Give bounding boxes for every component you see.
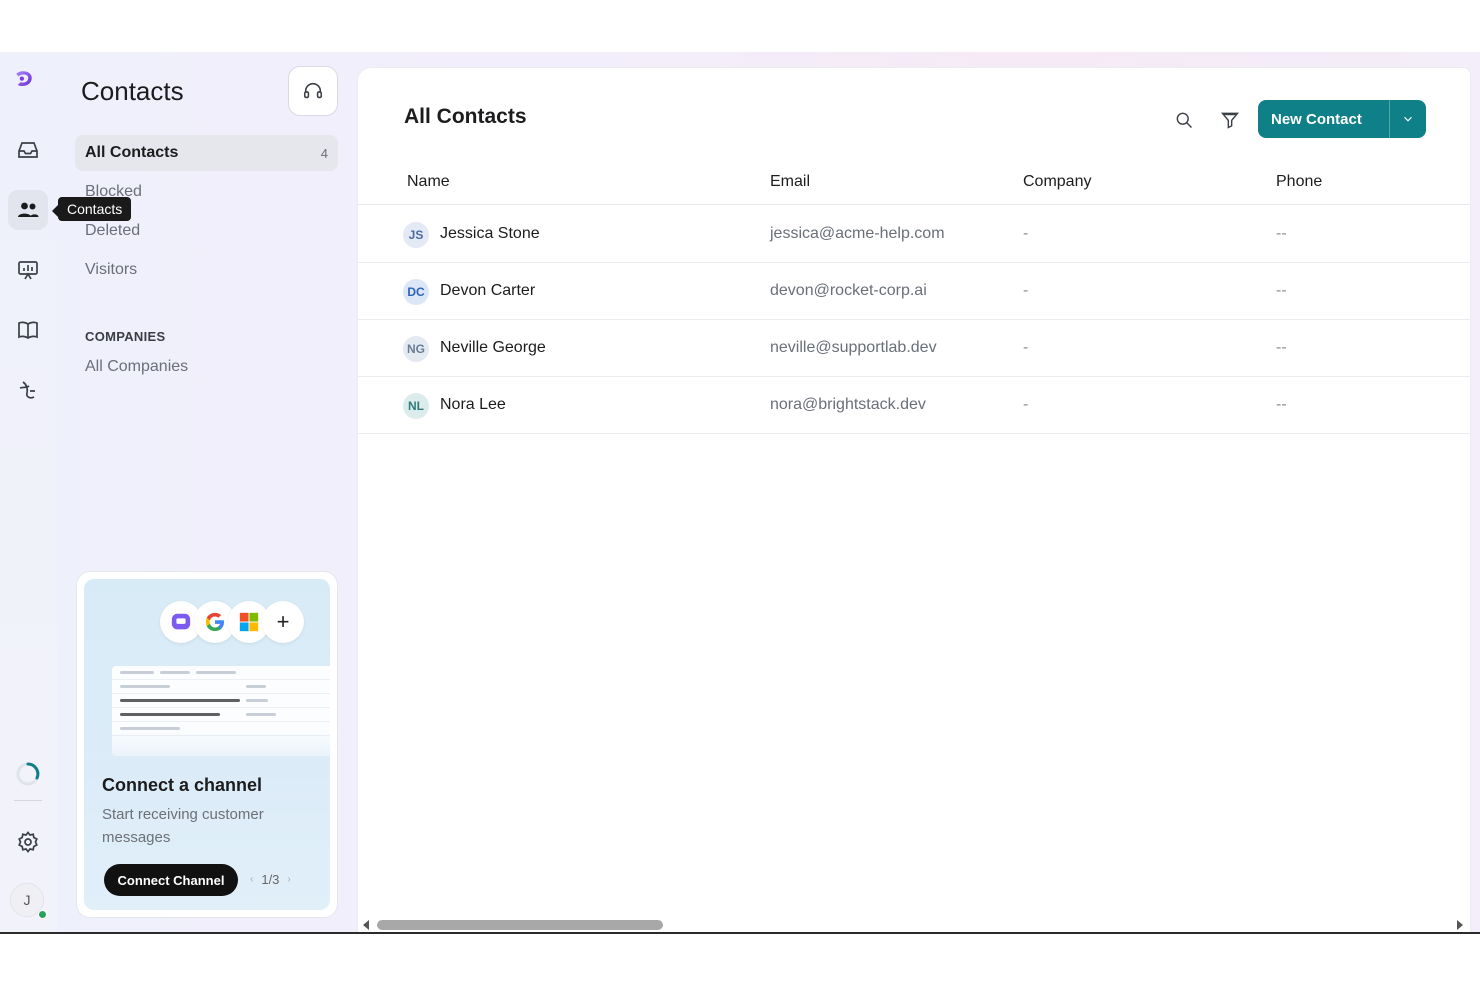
inbox-icon[interactable]	[8, 130, 48, 170]
contact-avatar: JS	[403, 222, 429, 248]
sidebar-item-visitors[interactable]: Visitors	[75, 252, 338, 288]
contact-company: -	[1023, 282, 1029, 299]
sidebar-item-label: All Companies	[85, 358, 189, 375]
contact-email: nora@brightstack.dev	[770, 396, 926, 413]
column-header-name[interactable]: Name	[407, 173, 450, 191]
sidebar-item-all-contacts[interactable]: All Contacts 4	[75, 135, 338, 171]
contacts-sidebar: Contacts All Contacts 4 Blocked Deleted …	[57, 52, 357, 934]
reports-icon[interactable]	[8, 250, 48, 290]
settings-icon[interactable]	[8, 822, 48, 862]
loading-ring-icon	[8, 754, 48, 794]
chevron-right-icon[interactable]: ›	[287, 874, 290, 885]
table-header: Name Email Company Phone	[358, 165, 1470, 205]
window-bottom-border	[0, 932, 1480, 934]
contact-phone: --	[1276, 396, 1287, 413]
column-header-phone[interactable]: Phone	[1276, 173, 1322, 191]
contact-email: jessica@acme-help.com	[770, 225, 945, 242]
contacts-icon[interactable]	[8, 190, 48, 230]
scroll-right-arrow[interactable]	[1457, 920, 1463, 930]
contact-email: neville@supportlab.dev	[770, 339, 937, 356]
logo-icon[interactable]	[12, 68, 46, 102]
icon-rail: J	[0, 52, 57, 934]
contact-avatar: NG	[403, 336, 429, 362]
preview-fade	[84, 729, 330, 779]
contact-phone: --	[1276, 339, 1287, 356]
page-title: Contacts	[81, 76, 184, 106]
scroll-left-arrow[interactable]	[363, 920, 369, 930]
contact-phone: --	[1276, 225, 1287, 242]
contact-name[interactable]: Jessica Stone	[440, 225, 540, 243]
column-header-email[interactable]: Email	[770, 173, 810, 191]
table-row[interactable]: DC Devon Carter devon@rocket-corp.ai - -…	[358, 263, 1470, 320]
search-icon[interactable]	[1172, 108, 1196, 132]
promo-illustration: + Connect a channel Start receiving cust…	[84, 579, 330, 910]
contact-company: -	[1023, 225, 1029, 242]
pager-label: 1/3	[261, 872, 280, 887]
connect-channel-card: + Connect a channel Start receiving cust…	[76, 571, 338, 918]
contact-name[interactable]: Neville George	[440, 339, 546, 357]
horizontal-scrollbar[interactable]	[358, 917, 1470, 933]
online-status-dot	[38, 910, 47, 919]
chevron-left-icon[interactable]: ‹	[250, 874, 253, 885]
support-button[interactable]	[288, 66, 338, 116]
rail-divider	[14, 800, 42, 801]
contact-company: -	[1023, 396, 1029, 413]
table-row[interactable]: NL Nora Lee nora@brightstack.dev - --	[358, 377, 1470, 434]
scrollbar-thumb[interactable]	[377, 920, 663, 930]
contact-email: devon@rocket-corp.ai	[770, 282, 927, 299]
knowledge-base-icon[interactable]	[8, 310, 48, 350]
chevron-down-icon[interactable]	[1390, 112, 1426, 126]
contact-name[interactable]: Devon Carter	[440, 282, 535, 300]
list-title: All Contacts	[404, 105, 527, 128]
contact-name[interactable]: Nora Lee	[440, 396, 506, 414]
sidebar-item-all-companies[interactable]: All Companies	[75, 349, 338, 385]
contact-phone: --	[1276, 282, 1287, 299]
filter-icon[interactable]	[1218, 108, 1242, 132]
ai-agent-icon[interactable]	[8, 370, 48, 410]
contacts-main: All Contacts New Contact Name Email Comp…	[357, 67, 1471, 934]
promo-title: Connect a channel	[102, 775, 263, 795]
table-row[interactable]: JS Jessica Stone jessica@acme-help.com -…	[358, 206, 1470, 263]
count-badge: 4	[320, 145, 328, 161]
sidebar-item-label: All Contacts	[85, 144, 179, 161]
sidebar-item-label: Deleted	[85, 222, 141, 239]
contact-avatar: NL	[403, 393, 429, 419]
sidebar-item-label: Visitors	[85, 261, 138, 278]
connect-channel-button[interactable]: Connect Channel	[104, 864, 238, 896]
contact-company: -	[1023, 339, 1029, 356]
promo-subtitle: Start receiving customer messages	[102, 806, 264, 846]
plus-icon: +	[262, 601, 304, 643]
promo-pager: ‹ 1/3 ›	[250, 872, 291, 887]
section-label-companies: COMPANIES	[85, 329, 166, 344]
new-contact-button[interactable]: New Contact	[1258, 100, 1426, 138]
table-row[interactable]: NG Neville George neville@supportlab.dev…	[358, 320, 1470, 377]
column-header-company[interactable]: Company	[1023, 173, 1091, 191]
tooltip-contacts: Contacts	[51, 197, 132, 221]
headset-icon	[303, 82, 323, 99]
contact-avatar: DC	[403, 279, 429, 305]
new-contact-label: New Contact	[1271, 110, 1362, 128]
app-window: J Contacts Contacts All Contacts 4 Block…	[0, 52, 1480, 934]
avatar-initial: J	[23, 892, 31, 908]
